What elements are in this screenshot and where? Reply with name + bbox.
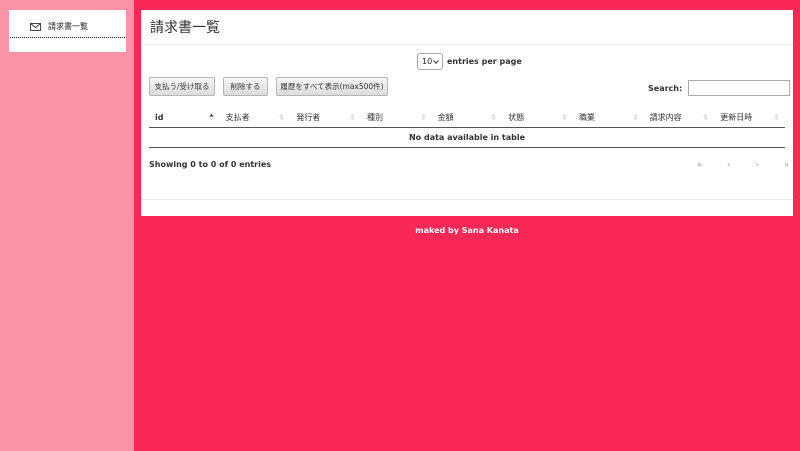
column-header-description[interactable]: 請求内容 (644, 107, 715, 127)
sort-icon (703, 113, 709, 121)
column-header-occupation[interactable]: 職業 (573, 107, 644, 127)
column-header-issuer[interactable]: 発行者 (290, 107, 361, 127)
envelope-icon (30, 22, 41, 31)
column-header-updated-at[interactable]: 更新日時 (714, 107, 785, 127)
search-input[interactable] (688, 80, 791, 96)
previous-page-button[interactable]: ‹ (727, 160, 730, 169)
invoice-table: id 支払者 発行者 種別 金額 状態 職業 請求内容 更新日時 No data… (149, 107, 785, 148)
page-title: 請求書一覧 (150, 20, 220, 36)
column-header-amount[interactable]: 金額 (432, 107, 503, 127)
sidebar: 請求書一覧 (0, 0, 134, 451)
pay-receive-button[interactable]: 支払う/受け取る (149, 77, 215, 96)
sort-icon (420, 113, 426, 121)
sort-icon (279, 113, 285, 121)
sidebar-item-invoice-list[interactable]: 請求書一覧 (10, 16, 125, 38)
table-info: Showing 0 to 0 of 0 entries (149, 160, 272, 169)
sort-icon (350, 113, 355, 121)
table-empty-row: No data available in table (149, 128, 785, 148)
column-header-payer[interactable]: 支払者 (220, 107, 291, 127)
search-label: Search: (648, 83, 683, 93)
sort-icon (632, 113, 638, 121)
header-divider (141, 44, 793, 45)
footer-divider (141, 199, 793, 200)
last-page-button[interactable]: » (784, 160, 789, 169)
sidebar-nav: 請求書一覧 (9, 10, 126, 52)
column-header-status[interactable]: 状態 (502, 107, 573, 127)
table-header: id 支払者 発行者 種別 金額 状態 職業 請求内容 更新日時 (149, 107, 785, 128)
sidebar-item-label: 請求書一覧 (48, 22, 88, 31)
show-all-history-button[interactable]: 履歴をすべて表示(max500件) (276, 77, 388, 96)
page-length-select[interactable]: 10 (417, 53, 443, 70)
page-length-label: entries per page (447, 57, 522, 66)
sort-icon (562, 113, 567, 121)
sort-ascending-icon (208, 113, 214, 121)
main-panel: 請求書一覧 10 entries per page 支払う/受け取る 削除する … (141, 10, 793, 216)
page-length-value: 10 (422, 57, 433, 66)
sort-icon (491, 113, 497, 121)
sort-icon (774, 113, 779, 121)
next-page-button[interactable]: › (756, 160, 759, 169)
credits-footer: maked by Sana Kanata (415, 226, 519, 235)
delete-button[interactable]: 削除する (223, 77, 268, 96)
page-length-control: 10 entries per page (417, 53, 522, 70)
search-control: Search: (648, 80, 791, 96)
column-header-type[interactable]: 種別 (361, 107, 432, 127)
pagination: « ‹ › » (697, 160, 789, 169)
column-header-id[interactable]: id (149, 107, 220, 127)
first-page-button[interactable]: « (697, 160, 702, 169)
chevron-down-icon (433, 59, 439, 64)
